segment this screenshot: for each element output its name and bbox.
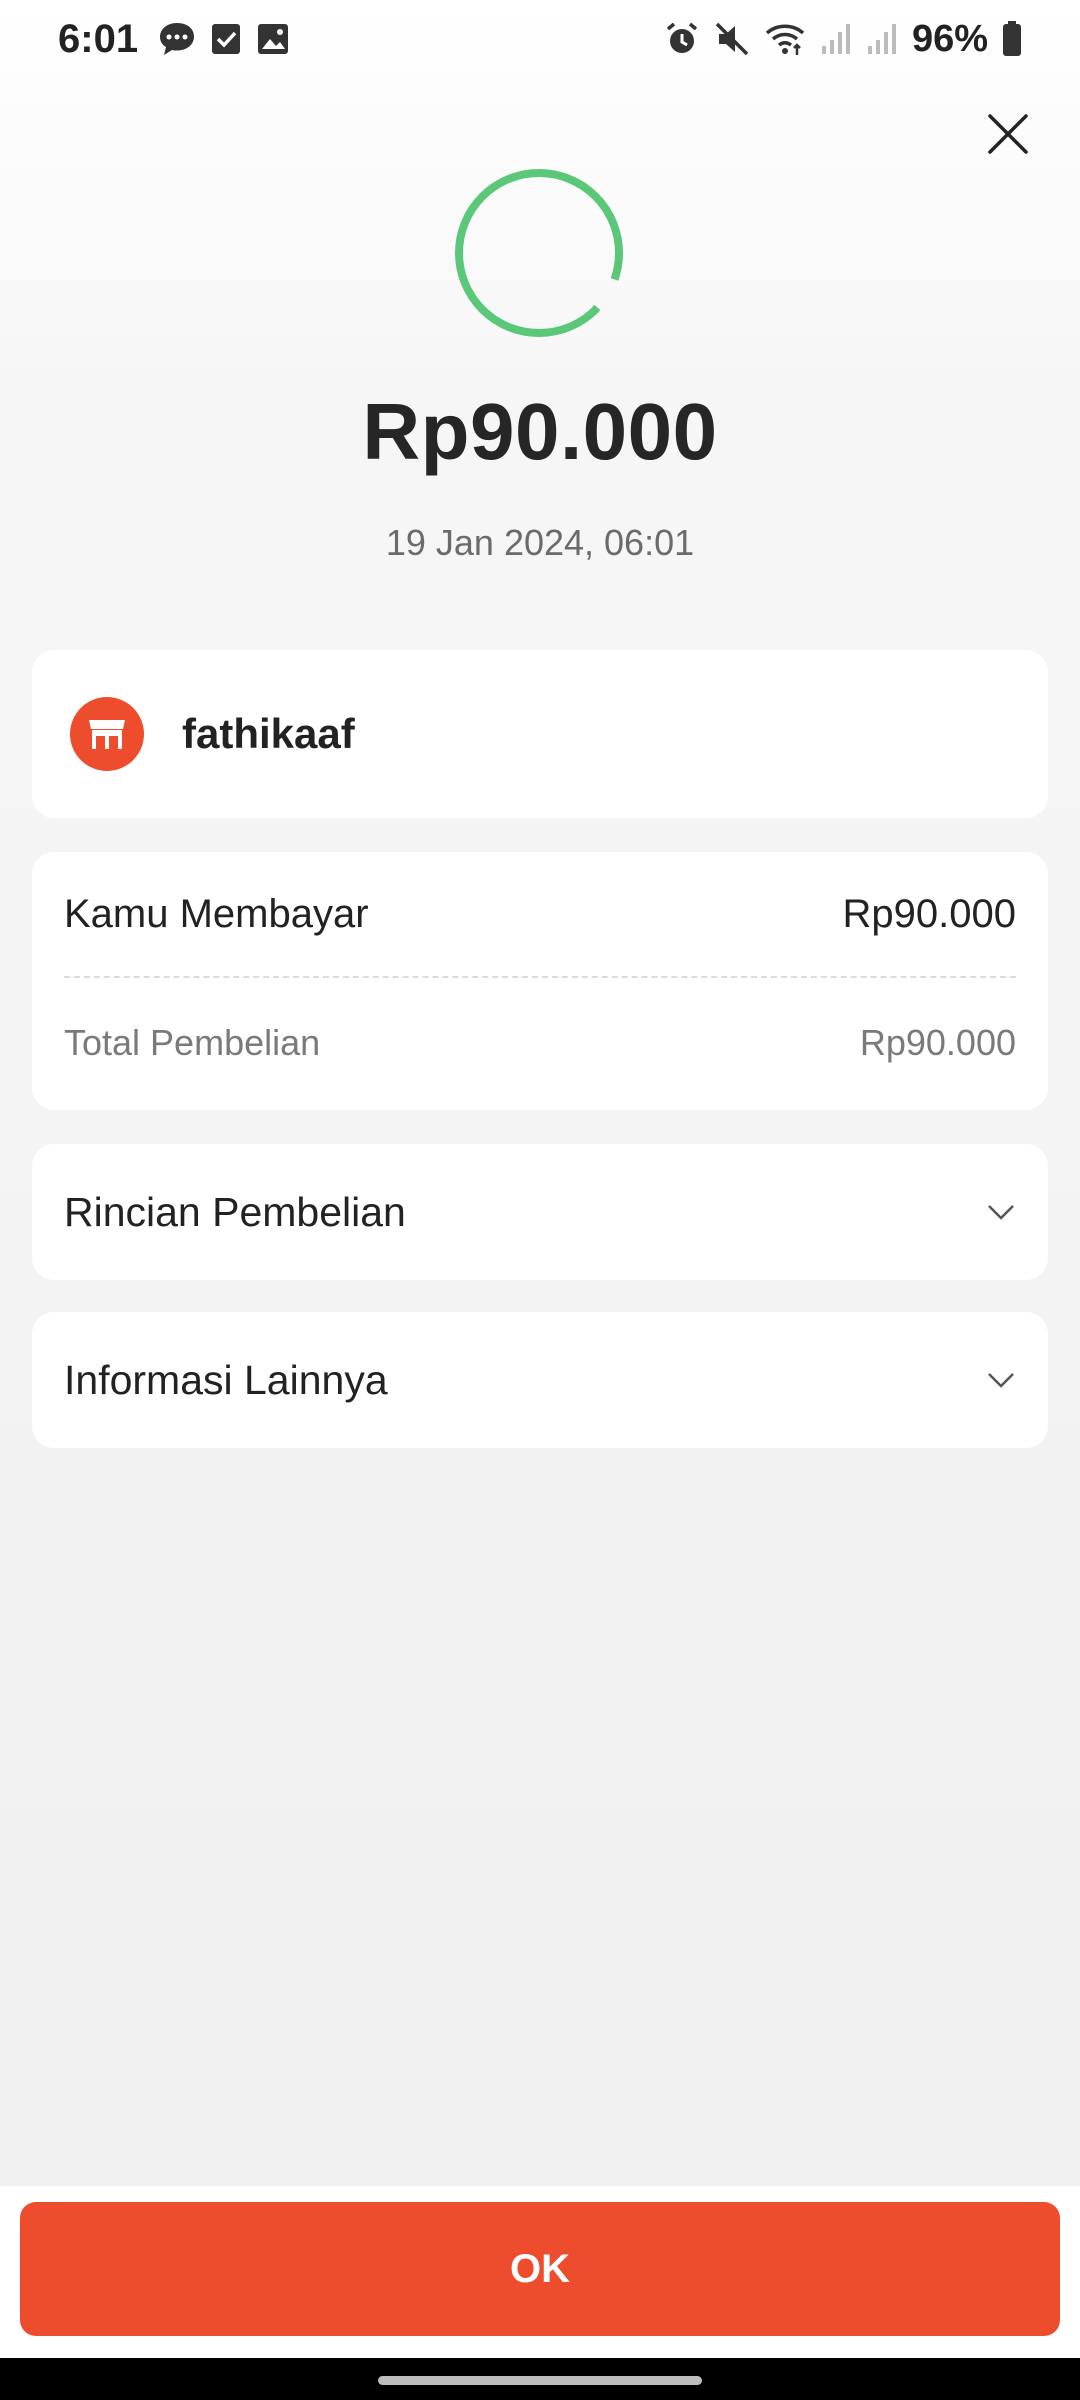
home-gesture-handle[interactable] [378, 2376, 702, 2385]
wifi-icon [764, 21, 806, 57]
signal-icon [820, 22, 852, 56]
close-button[interactable] [978, 104, 1038, 164]
store-icon [70, 697, 144, 771]
status-bar-left: 6:01 [58, 17, 290, 62]
transaction-datetime: 19 Jan 2024, 06:01 [385, 522, 695, 563]
chevron-down-icon [988, 1373, 1014, 1388]
system-nav-bar [0, 2358, 1080, 2400]
battery-percent: 96% [911, 17, 988, 60]
payment-summary-card: Kamu Membayar Rp90.000 Total Pembelian R… [32, 852, 1048, 1110]
purchase-details-section[interactable]: Rincian Pembelian [32, 1144, 1048, 1280]
status-time: 6:01 [58, 16, 139, 61]
total-label: Total Pembelian [64, 1022, 321, 1063]
paid-value: Rp90.000 [842, 891, 1016, 936]
paid-label: Kamu Membayar [64, 891, 369, 936]
image-icon [256, 22, 290, 56]
merchant-card: fathikaaf [32, 650, 1048, 818]
close-icon [988, 114, 1028, 154]
checkbox-icon [210, 22, 242, 56]
mute-icon [714, 21, 750, 57]
alarm-icon [664, 21, 700, 57]
total-row: Total Pembelian Rp90.000 [64, 978, 1016, 1108]
signal-icon [866, 22, 898, 56]
footer: OK [0, 2186, 1080, 2358]
processing-spinner-icon [452, 166, 626, 340]
total-value: Rp90.000 [859, 1022, 1016, 1063]
status-bar-right: 96% [664, 18, 1022, 61]
purchase-details-label: Rincian Pembelian [64, 1188, 406, 1235]
status-bar: 6:01 96% [0, 0, 1080, 78]
other-info-label: Informasi Lainnya [64, 1356, 388, 1403]
merchant-name: fathikaaf [182, 710, 355, 757]
chat-bubble-icon [158, 21, 196, 57]
other-info-section[interactable]: Informasi Lainnya [32, 1312, 1048, 1448]
ok-button[interactable]: OK [20, 2202, 1060, 2336]
chevron-down-icon [988, 1205, 1014, 1220]
paid-row: Kamu Membayar Rp90.000 [64, 852, 1016, 978]
battery-icon [1002, 21, 1022, 57]
transaction-amount: Rp90.000 [362, 387, 718, 476]
